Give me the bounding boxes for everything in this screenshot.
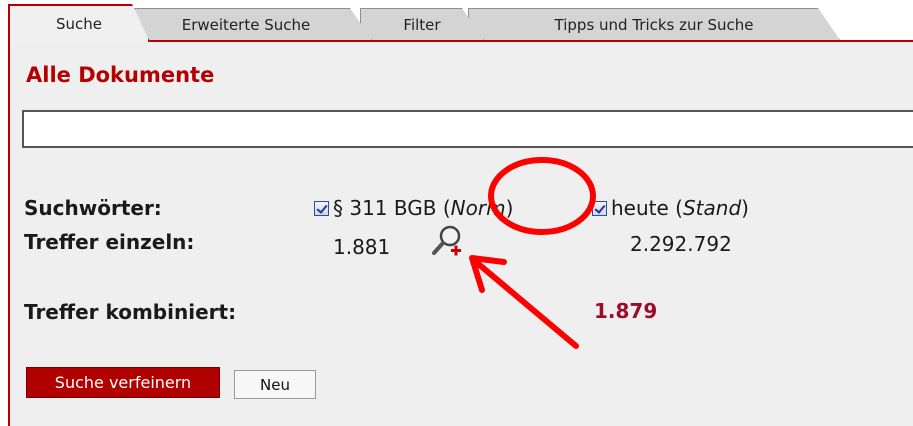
tab-label: Tipps und Tricks zur Suche [554, 15, 754, 34]
tab-erweiterte-suche[interactable]: Erweiterte Suche [120, 8, 372, 40]
annotation-overlay [469, 157, 596, 349]
annotation-circle [488, 157, 596, 235]
tab-tipps[interactable]: Tipps und Tricks zur Suche [468, 8, 840, 40]
tab-label: Filter [403, 15, 441, 34]
tab-label: Erweiterte Suche [181, 15, 311, 34]
tab-label: Suche [55, 15, 102, 33]
annotation-arrow [473, 259, 579, 349]
tab-suche[interactable]: Suche [8, 4, 150, 42]
